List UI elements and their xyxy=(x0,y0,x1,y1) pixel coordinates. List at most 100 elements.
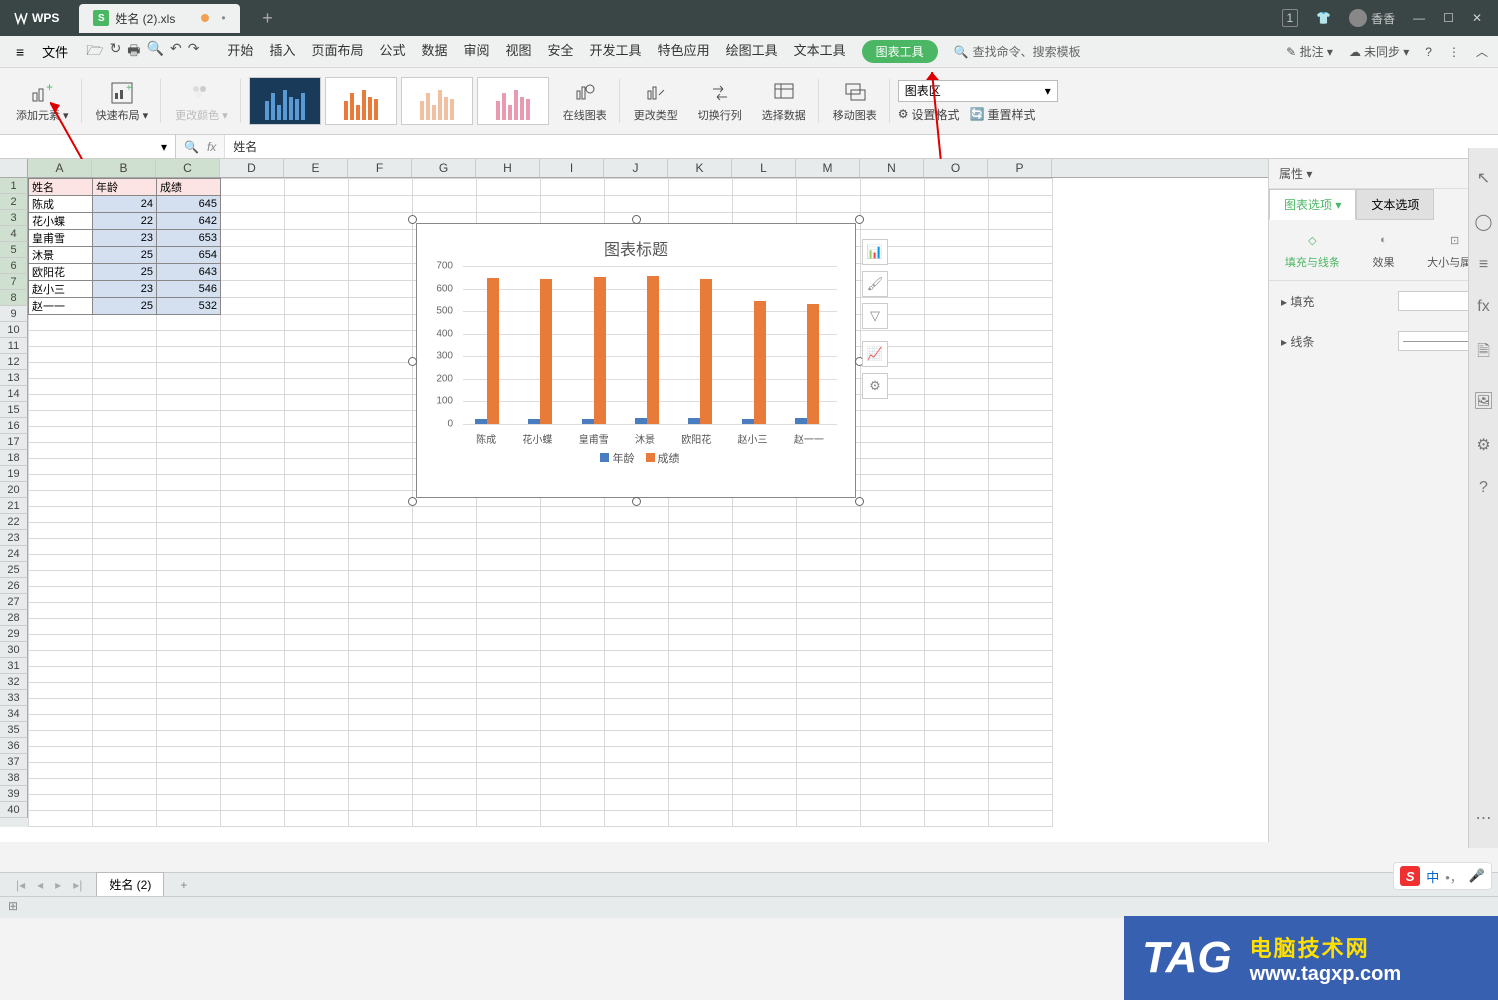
tab-formula[interactable]: 公式 xyxy=(379,40,405,63)
row-header[interactable]: 5 xyxy=(0,242,28,258)
fill-section[interactable]: ▸ 填充 ▾ xyxy=(1269,281,1498,321)
tab-text-tools[interactable]: 文本工具 xyxy=(794,40,846,63)
sheet-nav-first[interactable]: |◂ xyxy=(10,878,31,892)
change-color-button[interactable]: 更改颜色 ▾ xyxy=(169,79,241,123)
row-header[interactable]: 14 xyxy=(0,386,28,402)
sheet-nav-next[interactable]: ▸ xyxy=(49,878,67,892)
function-tool-icon[interactable]: fx xyxy=(1477,298,1489,316)
col-header[interactable]: O xyxy=(924,159,988,177)
row-header[interactable]: 33 xyxy=(0,690,28,706)
col-header[interactable]: I xyxy=(540,159,604,177)
chart-area-select[interactable]: 图表区▾ xyxy=(898,80,1058,102)
print-icon[interactable]: 🖶 xyxy=(127,40,140,64)
redo-icon[interactable]: ↷ xyxy=(188,40,200,64)
user-avatar[interactable]: 香香 xyxy=(1349,9,1395,27)
row-header[interactable]: 10 xyxy=(0,322,28,338)
shape-tool-icon[interactable]: ◯ xyxy=(1475,212,1493,232)
row-header[interactable]: 19 xyxy=(0,466,28,482)
open-icon[interactable]: 🗁 xyxy=(86,40,103,64)
minimize-button[interactable]: — xyxy=(1413,11,1425,25)
undo-icon[interactable]: ↶ xyxy=(170,40,182,64)
row-header[interactable]: 6 xyxy=(0,258,28,274)
row-header[interactable]: 23 xyxy=(0,530,28,546)
row-header[interactable]: 32 xyxy=(0,674,28,690)
tab-insert[interactable]: 插入 xyxy=(269,40,295,63)
change-type-button[interactable]: 更改类型 xyxy=(628,79,684,123)
col-header[interactable]: C xyxy=(156,159,220,177)
panel-tab-text-options[interactable]: 文本选项 xyxy=(1356,189,1434,220)
style-tool-icon[interactable]: ≡ xyxy=(1479,256,1488,274)
sheet-nav-prev[interactable]: ◂ xyxy=(31,878,49,892)
row-header[interactable]: 1 xyxy=(0,178,28,194)
row-header[interactable]: 18 xyxy=(0,450,28,466)
row-header[interactable]: 24 xyxy=(0,546,28,562)
chart-style-2[interactable] xyxy=(325,77,397,125)
tab-security[interactable]: 安全 xyxy=(548,40,574,63)
comments-button[interactable]: ✎ 批注 ▾ xyxy=(1286,43,1333,60)
chart-styles-button[interactable]: 🖌 xyxy=(862,271,888,297)
collapse-ribbon-icon[interactable]: ︿ xyxy=(1476,43,1488,60)
chart-elements-button[interactable]: 📊 xyxy=(862,239,888,265)
chart-style-gallery[interactable] xyxy=(249,77,549,125)
col-header[interactable]: M xyxy=(796,159,860,177)
row-header[interactable]: 26 xyxy=(0,578,28,594)
help-tool-icon[interactable]: ? xyxy=(1479,479,1488,497)
row-header[interactable]: 21 xyxy=(0,498,28,514)
maximize-button[interactable]: ☐ xyxy=(1443,11,1454,25)
col-header[interactable]: J xyxy=(604,159,668,177)
col-header[interactable]: B xyxy=(92,159,156,177)
col-header[interactable]: L xyxy=(732,159,796,177)
add-sheet-button[interactable]: + xyxy=(172,875,195,895)
row-header[interactable]: 16 xyxy=(0,418,28,434)
tab-home[interactable]: 开始 xyxy=(227,40,253,63)
row-header[interactable]: 39 xyxy=(0,786,28,802)
col-header[interactable]: A xyxy=(28,159,92,177)
row-header[interactable]: 36 xyxy=(0,738,28,754)
col-header[interactable]: E xyxy=(284,159,348,177)
row-header[interactable]: 11 xyxy=(0,338,28,354)
badge-icon[interactable]: 1 xyxy=(1282,9,1299,27)
col-header[interactable]: F xyxy=(348,159,412,177)
row-header[interactable]: 25 xyxy=(0,562,28,578)
row-header[interactable]: 40 xyxy=(0,802,28,818)
close-tab-icon[interactable]: • xyxy=(221,11,225,25)
row-header[interactable]: 30 xyxy=(0,642,28,658)
subtab-fill-line[interactable]: ◇填充与线条 xyxy=(1285,230,1340,270)
tab-page-layout[interactable]: 页面布局 xyxy=(311,40,363,63)
chart-style-4[interactable] xyxy=(477,77,549,125)
tab-view[interactable]: 视图 xyxy=(506,40,532,63)
row-header[interactable]: 2 xyxy=(0,194,28,210)
tab-special[interactable]: 特色应用 xyxy=(658,40,710,63)
zoom-icon[interactable]: 🔍 xyxy=(184,140,199,154)
quick-layout-button[interactable]: + 快速布局 ▾ xyxy=(90,79,162,123)
chart-style-1[interactable] xyxy=(249,77,321,125)
select-tool-icon[interactable]: ↖ xyxy=(1477,168,1490,188)
chart-filter-button[interactable]: ▽ xyxy=(862,303,888,329)
row-header[interactable]: 9 xyxy=(0,306,28,322)
more-tool-icon[interactable]: ⋯ xyxy=(1476,808,1492,828)
row-header[interactable]: 31 xyxy=(0,658,28,674)
image-tool-icon[interactable]: 🖼 xyxy=(1473,391,1493,411)
tab-review[interactable]: 审阅 xyxy=(464,40,490,63)
chart-quick-button[interactable]: 📈 xyxy=(862,341,888,367)
new-tab-button[interactable]: + xyxy=(254,4,282,32)
tab-data[interactable]: 数据 xyxy=(421,40,447,63)
set-format-button[interactable]: ⚙设置格式 xyxy=(898,106,960,123)
row-header[interactable]: 38 xyxy=(0,770,28,786)
more-icon[interactable]: ⋮ xyxy=(1448,45,1460,59)
help-icon[interactable]: ? xyxy=(1425,45,1432,59)
row-header[interactable]: 20 xyxy=(0,482,28,498)
preview-icon[interactable]: 🔍 xyxy=(147,40,164,64)
row-header[interactable]: 8 xyxy=(0,290,28,306)
chart-style-3[interactable] xyxy=(401,77,473,125)
col-header[interactable]: G xyxy=(412,159,476,177)
tab-dev-tools[interactable]: 开发工具 xyxy=(590,40,642,63)
close-button[interactable]: ✕ xyxy=(1472,11,1482,25)
row-header[interactable]: 28 xyxy=(0,610,28,626)
row-header[interactable]: 29 xyxy=(0,626,28,642)
switch-rc-button[interactable]: 切换行列 xyxy=(692,79,748,123)
online-chart-button[interactable]: 在线图表 xyxy=(557,79,620,123)
sync-button[interactable]: ☁未同步 ▾ xyxy=(1349,43,1409,60)
panel-title[interactable]: 属性 ▾ xyxy=(1279,165,1312,182)
add-element-button[interactable]: + 添加元素 ▾ xyxy=(10,79,82,123)
